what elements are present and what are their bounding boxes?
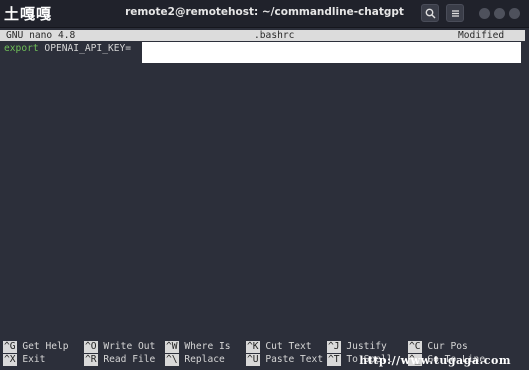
menu-button[interactable] (446, 4, 464, 22)
maximize-button[interactable] (494, 8, 505, 19)
shortcut-read-file[interactable]: ^R Read File (84, 354, 155, 366)
window-titlebar: 土嘎嘎 remote2@remotehost: ~/commandline-ch… (0, 0, 529, 28)
editor-line[interactable]: export OPENAI_API_KEY= (4, 43, 131, 55)
nano-header-bar: GNU nano 4.8 .bashrc Modified (0, 30, 525, 41)
export-keyword: export (4, 43, 39, 54)
minimize-button[interactable] (479, 8, 490, 19)
watermark-url: http://www.tugaga.com (359, 354, 511, 367)
close-button[interactable] (509, 8, 520, 19)
shortcut-exit[interactable]: ^X Exit (3, 354, 45, 366)
shortcut-justify[interactable]: ^J Justify (327, 341, 387, 353)
shortcut-paste-text[interactable]: ^U Paste Text (246, 354, 323, 366)
search-icon (425, 8, 436, 19)
search-button[interactable] (421, 4, 439, 22)
env-var-assignment: OPENAI_API_KEY= (38, 43, 132, 54)
shortcut-write-out[interactable]: ^O Write Out (84, 341, 155, 353)
hamburger-menu-icon (452, 10, 459, 17)
shortcut-cur-pos[interactable]: ^C Cur Pos (408, 341, 468, 353)
shortcut-where-is[interactable]: ^W Where Is (165, 341, 231, 353)
redacted-area (142, 42, 521, 63)
terminal-area[interactable]: GNU nano 4.8 .bashrc Modified export OPE… (0, 28, 529, 370)
nano-version: GNU nano 4.8 (6, 30, 76, 41)
shortcut-get-help[interactable]: ^G Get Help (3, 341, 69, 353)
nano-filename: .bashrc (254, 30, 295, 41)
nano-modified-status: Modified (458, 30, 505, 41)
shortcut-replace[interactable]: ^\ Replace (165, 354, 225, 366)
shortcut-cut-text[interactable]: ^K Cut Text (246, 341, 312, 353)
